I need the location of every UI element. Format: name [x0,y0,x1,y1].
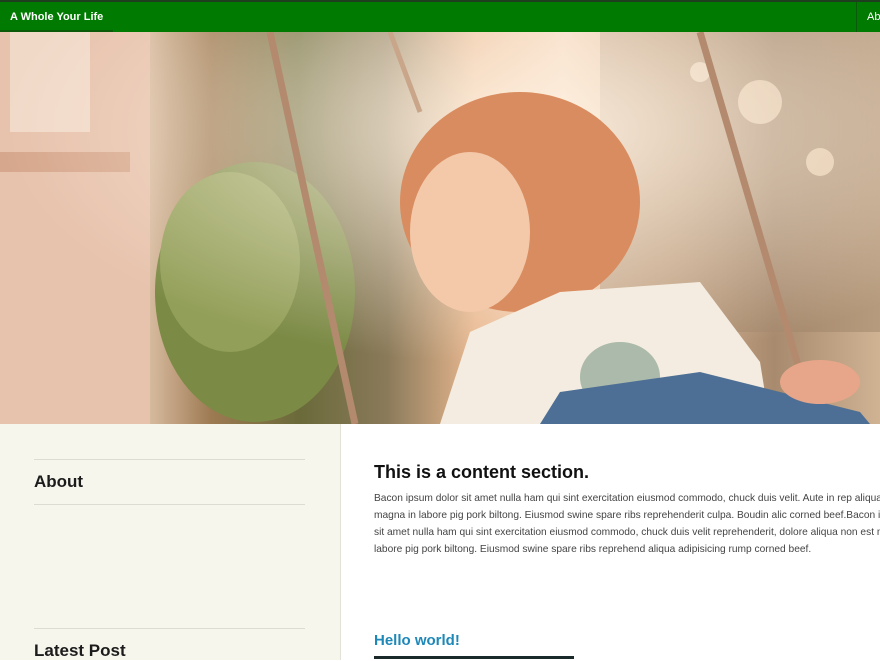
site-brand-link[interactable]: A Whole Your Life [0,2,114,32]
widget-title-latest-post: Latest Post [34,628,305,661]
widget-title-about: About [34,459,305,505]
content-heading: This is a content section. [374,462,590,482]
post-title-link[interactable]: Hello world! [374,632,460,649]
content-body-text: Bacon ipsum dolor sit amet nulla ham qui… [374,493,880,555]
main-content: This is a content section. Bacon ipsum d… [341,424,880,660]
hero-photo-illustration [0,32,880,424]
sidebar: About Latest Post [0,424,341,660]
top-navbar: A Whole Your Life Ab [0,0,880,32]
nav-item-about[interactable]: Ab [856,2,880,32]
hero-image [0,32,880,424]
post-thumbnail-edge [374,656,574,659]
